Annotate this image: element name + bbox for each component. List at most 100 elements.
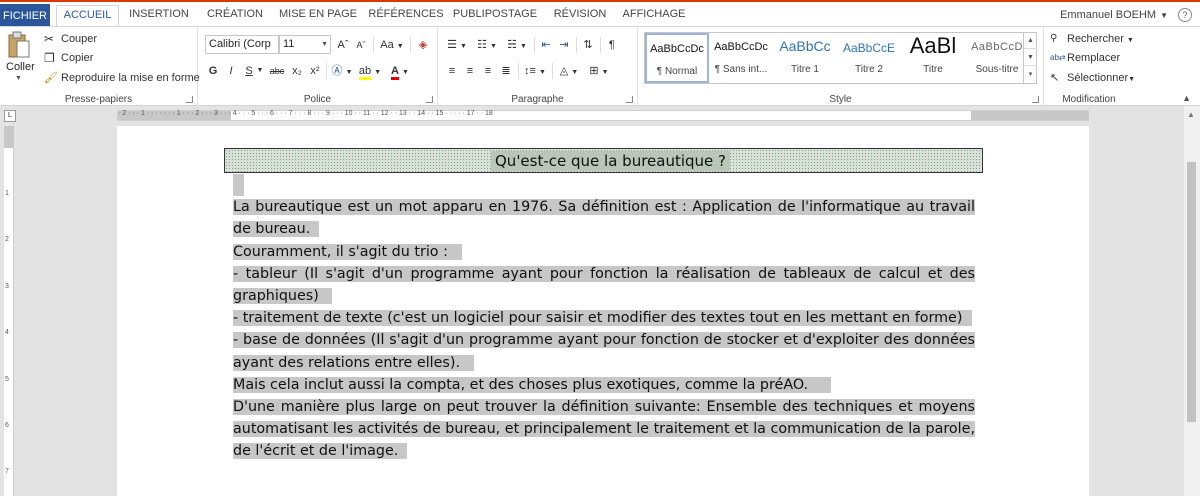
divider bbox=[552, 63, 553, 79]
style-heading-1[interactable]: AaBbCc Titre 1 bbox=[773, 33, 837, 83]
document-title: Qu'est-ce que la bureautique ? bbox=[491, 151, 730, 171]
tab-selector-icon[interactable]: L bbox=[4, 110, 16, 122]
highlight-color-icon[interactable]: ab ▼ bbox=[358, 62, 382, 80]
tab-layout[interactable]: MISE EN PAGE bbox=[278, 5, 358, 26]
copy-button[interactable]: ❐ Copier bbox=[44, 49, 93, 67]
vertical-ruler[interactable]: 1 2 3 4 5 6 7 bbox=[4, 126, 14, 496]
font-size-combo[interactable]: 11 ▼ bbox=[279, 35, 331, 54]
tab-design[interactable]: CRÉATION bbox=[202, 5, 268, 26]
style-sample: AaBbCcDc bbox=[650, 43, 704, 55]
paragraph-line: Mais cela inclut aussi la compta, et des… bbox=[233, 374, 975, 396]
cut-button[interactable]: ✂ Couper bbox=[44, 30, 97, 48]
dialog-launcher-icon[interactable] bbox=[186, 96, 193, 103]
dialog-launcher-icon[interactable] bbox=[426, 96, 433, 103]
borders-icon[interactable]: ⊞ ▼ bbox=[586, 62, 612, 80]
styles-scroller: ▲ ▼ ▾ bbox=[1023, 32, 1037, 84]
ribbon-home: Coller ▼ ✂ Couper ❐ Copier 🖌 Reproduire la … bbox=[0, 26, 1200, 106]
dialog-launcher-icon[interactable] bbox=[1032, 96, 1039, 103]
chevron-down-icon[interactable]: ▼ bbox=[1024, 49, 1037, 66]
font-color-icon[interactable]: A ▼ bbox=[388, 62, 412, 80]
tab-insert[interactable]: INSERTION bbox=[124, 5, 194, 26]
style-normal[interactable]: AaBbCcDc ¶ Normal bbox=[645, 33, 709, 83]
justify-icon[interactable]: ≣ bbox=[498, 62, 514, 80]
align-center-icon[interactable]: ≡ bbox=[462, 62, 478, 80]
title-frame[interactable]: Qu'est-ce que la bureautique ? bbox=[224, 148, 983, 173]
format-painter-button[interactable]: 🖌 Reproduire la mise en forme bbox=[44, 69, 200, 87]
bullets-icon[interactable]: ☰ ▼ bbox=[444, 36, 470, 54]
tab-file[interactable]: FICHIER bbox=[0, 4, 50, 28]
find-button[interactable]: ⚲ Rechercher ▼ bbox=[1050, 30, 1134, 48]
paragraph-group: ☰ ▼ ☷ ▼ ☵ ▼ ⇤ ⇥ ⇅ ¶ ≡ ≡ ≡ ≣ ↕≡ ▼ ◬ ▼ ⊞ ▼… bbox=[438, 27, 638, 106]
change-case-button[interactable]: Aa ▼ bbox=[378, 36, 406, 54]
document-page[interactable]: Qu'est-ce que la bureautique ? La bureau… bbox=[117, 126, 1089, 496]
ruler-numbers: · 2 · · · 1 · · · · · · · 1 · · · 2 · · … bbox=[118, 110, 493, 117]
decrease-indent-icon[interactable]: ⇤ bbox=[538, 36, 554, 54]
italic-button[interactable]: I bbox=[224, 62, 238, 80]
strikethrough-button[interactable]: abc bbox=[266, 62, 288, 80]
dialog-launcher-icon[interactable] bbox=[626, 96, 633, 103]
vertical-scrollbar[interactable]: ▲ bbox=[1184, 106, 1200, 496]
paragraph-line: Couramment, il s'agit du trio : bbox=[233, 241, 975, 263]
tab-view[interactable]: AFFICHAGE bbox=[620, 5, 688, 26]
style-sample: AaBl bbox=[909, 33, 957, 58]
scissors-icon: ✂ bbox=[44, 32, 55, 47]
show-marks-icon[interactable]: ¶ bbox=[604, 36, 620, 54]
copy-icon: ❐ bbox=[44, 51, 55, 66]
more-styles-icon[interactable]: ▾ bbox=[1024, 66, 1037, 83]
tab-home[interactable]: ACCUEIL bbox=[56, 5, 119, 26]
font-name-combo[interactable]: Calibri (Corp bbox=[205, 35, 279, 54]
chevron-down-icon[interactable]: ▼ bbox=[256, 62, 264, 80]
ruler-number: 1 bbox=[5, 190, 9, 197]
horizontal-ruler[interactable]: · 2 · · · 1 · · · · · · · 1 · · · 2 · · … bbox=[117, 110, 1089, 121]
style-subtitle[interactable]: AaBbCcD Sous-titre bbox=[965, 33, 1029, 83]
align-right-icon[interactable]: ≡ bbox=[480, 62, 496, 80]
paragraph-line: de l'écrit et de l'image. bbox=[233, 440, 975, 462]
chevron-up-icon[interactable]: ▲ bbox=[1024, 32, 1037, 49]
style-heading-2[interactable]: AaBbCcE Titre 2 bbox=[837, 33, 901, 83]
shrink-font-button[interactable]: Aˇ bbox=[353, 36, 369, 54]
tab-mailings[interactable]: PUBLIPOSTAGE bbox=[452, 5, 538, 26]
style-label: ¶ Sans int... bbox=[714, 64, 768, 75]
binoculars-icon: ⚲ bbox=[1050, 33, 1058, 45]
grow-font-button[interactable]: Aˆ bbox=[335, 36, 351, 54]
copy-label: Copier bbox=[61, 52, 94, 64]
empty-paragraph bbox=[233, 174, 975, 196]
clipboard-group: Coller ▼ ✂ Couper ❐ Copier 🖌 Reproduire la … bbox=[0, 27, 200, 106]
bold-button[interactable]: G bbox=[206, 62, 220, 80]
ruler-number: 6 bbox=[5, 422, 9, 429]
shading-icon[interactable]: ◬ ▼ bbox=[556, 62, 582, 80]
underline-button[interactable]: S bbox=[242, 62, 256, 80]
tab-references[interactable]: RÉFÉRENCES bbox=[368, 5, 444, 26]
increase-indent-icon[interactable]: ⇥ bbox=[556, 36, 572, 54]
font-group-label: Police bbox=[303, 94, 332, 105]
line-spacing-icon[interactable]: ↕≡ ▼ bbox=[522, 62, 548, 80]
divider bbox=[534, 37, 535, 53]
help-icon[interactable]: ? bbox=[1178, 8, 1192, 22]
style-no-spacing[interactable]: AaBbCcDc ¶ Sans int... bbox=[709, 33, 773, 83]
ruler-number: 4 bbox=[5, 329, 9, 336]
multilevel-list-icon[interactable]: ☵ ▼ bbox=[504, 36, 530, 54]
tab-review[interactable]: RÉVISION bbox=[548, 5, 612, 26]
clear-formatting-icon[interactable]: ◈ bbox=[415, 36, 431, 54]
replace-button[interactable]: ab⇄Remplacer bbox=[1050, 49, 1120, 67]
scrollbar-thumb[interactable] bbox=[1187, 162, 1196, 422]
align-left-icon[interactable]: ≡ bbox=[444, 62, 460, 80]
styles-gallery: AaBbCcDc ¶ Normal AaBbCcDc ¶ Sans int...… bbox=[644, 32, 1037, 84]
chevron-up-icon[interactable]: ▲ bbox=[1187, 110, 1195, 119]
sort-icon[interactable]: ⇅ bbox=[580, 36, 596, 54]
superscript-button[interactable]: x² bbox=[308, 62, 322, 80]
ruler-number: 5 bbox=[5, 376, 9, 383]
numbering-icon[interactable]: ☷ ▼ bbox=[474, 36, 500, 54]
change-case-label: Aa bbox=[380, 39, 394, 51]
paragraph-line: automatisant les activités de bureau, et… bbox=[233, 421, 975, 438]
replace-icon: ab⇄ bbox=[1050, 53, 1066, 63]
divider bbox=[326, 63, 327, 79]
collapse-ribbon-icon[interactable]: ▲ bbox=[1182, 93, 1191, 103]
subscript-button[interactable]: x₂ bbox=[290, 62, 304, 80]
text-effects-icon[interactable]: Ⓐ ▼ bbox=[330, 62, 354, 80]
user-name: Emmanuel BOEHM bbox=[1060, 9, 1157, 21]
select-button[interactable]: ↖ Sélectionner▼ bbox=[1050, 69, 1135, 87]
document-body[interactable]: La bureautique est un mot apparu en 1976… bbox=[233, 174, 975, 463]
style-title[interactable]: AaBl Titre bbox=[901, 33, 965, 83]
user-account[interactable]: Emmanuel BOEHM ▼ bbox=[1060, 9, 1168, 21]
